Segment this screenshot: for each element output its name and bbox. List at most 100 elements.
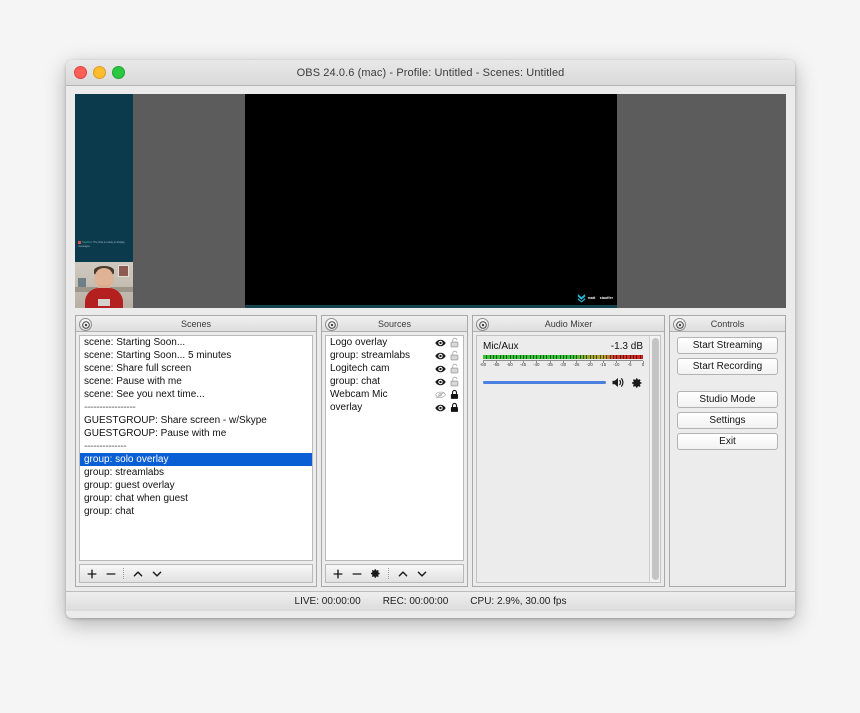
scene-item: --------------: [80, 440, 312, 453]
scene-item[interactable]: scene: Share full screen: [80, 362, 312, 375]
lock-open-icon[interactable]: [450, 376, 459, 387]
mixer-scrollbar-thumb[interactable]: [652, 338, 659, 580]
meter-minor-tick: [533, 355, 534, 359]
start-recording-button[interactable]: Start Recording: [677, 358, 778, 375]
eye-visible-icon[interactable]: [435, 351, 446, 361]
move-scene-up-button[interactable]: [129, 566, 146, 582]
lock-open-icon[interactable]: [450, 350, 459, 361]
scenes-dock-title: Scenes: [181, 319, 211, 329]
start-streaming-button[interactable]: Start Streaming: [677, 337, 778, 354]
scenes-dock-header: Scenes: [76, 316, 316, 332]
move-source-up-button[interactable]: [394, 566, 411, 582]
add-source-button[interactable]: [329, 566, 346, 582]
meter-minor-tick: [526, 355, 527, 359]
source-item[interactable]: Webcam Mic: [326, 388, 463, 401]
chat-author: Nightbot:: [82, 241, 92, 244]
mixer-settings-gear-icon[interactable]: [631, 377, 643, 389]
preview-canvas[interactable]: matt stauffer: [245, 94, 617, 308]
source-item[interactable]: group: streamlabs: [326, 349, 463, 362]
controls-dock-float-icon[interactable]: [673, 318, 686, 331]
scene-item[interactable]: GUESTGROUP: Pause with me: [80, 427, 312, 440]
mute-speaker-icon[interactable]: [611, 376, 626, 389]
source-item[interactable]: Logo overlay: [326, 336, 463, 349]
settings-button[interactable]: Settings: [677, 412, 778, 429]
mixer-dock-title: Audio Mixer: [545, 319, 593, 329]
cpu-stats: CPU: 2.9%, 30.00 fps: [470, 596, 566, 607]
brand-watermark: matt stauffer: [577, 286, 613, 304]
volume-slider-track: [483, 381, 606, 384]
meter-scale-label: -5: [628, 362, 632, 367]
scene-item[interactable]: scene: Pause with me: [80, 375, 312, 388]
scene-item[interactable]: scene: See you next time...: [80, 388, 312, 401]
sources-dock: Sources Logo overlaygroup: streamlabsLog…: [321, 315, 468, 587]
brand-text: matt stauffer: [588, 286, 613, 304]
eye-visible-icon[interactable]: [435, 403, 446, 413]
source-item-icons: [435, 363, 459, 374]
lock-open-icon[interactable]: [450, 337, 459, 348]
scene-item[interactable]: group: streamlabs: [80, 466, 312, 479]
meter-minor-tick: [576, 355, 577, 359]
preview-area[interactable]: matt stauffer Nightbot: The chat is read…: [75, 94, 786, 308]
scene-item[interactable]: scene: Starting Soon... 5 minutes: [80, 349, 312, 362]
meter-minor-tick: [616, 355, 617, 359]
lock-closed-icon[interactable]: [450, 389, 459, 400]
remove-source-button[interactable]: [348, 566, 365, 582]
mixer-dock-float-icon[interactable]: [476, 318, 489, 331]
studio-mode-button[interactable]: Studio Mode: [677, 391, 778, 408]
meter-minor-tick: [536, 355, 537, 359]
move-source-down-button[interactable]: [413, 566, 430, 582]
eye-visible-icon[interactable]: [435, 364, 446, 374]
scene-item[interactable]: group: chat: [80, 505, 312, 518]
meter-minor-tick: [510, 355, 511, 359]
scenes-list[interactable]: scene: Starting Soon...scene: Starting S…: [79, 335, 313, 561]
meter-minor-tick: [586, 355, 587, 359]
source-item-label: Webcam Mic: [330, 389, 435, 400]
minimize-button[interactable]: [93, 66, 106, 79]
eye-visible-icon[interactable]: [435, 338, 446, 348]
brand-logo-icon: [577, 290, 586, 300]
meter-minor-tick: [636, 355, 637, 359]
sources-dock-float-icon[interactable]: [325, 318, 338, 331]
eye-hidden-icon[interactable]: [435, 390, 446, 400]
scene-item[interactable]: group: chat when guest: [80, 492, 312, 505]
webcam-picture-frame: [118, 265, 129, 277]
scene-item[interactable]: scene: Starting Soon...: [80, 336, 312, 349]
scene-item[interactable]: group: guest overlay: [80, 479, 312, 492]
meter-minor-tick: [523, 355, 524, 359]
obs-main-window: OBS 24.0.6 (mac) - Profile: Untitled - S…: [66, 60, 795, 618]
meter-minor-tick: [556, 355, 557, 359]
move-scene-down-button[interactable]: [148, 566, 165, 582]
meter-scale-label: -35: [546, 362, 552, 367]
eye-visible-icon[interactable]: [435, 377, 446, 387]
lock-closed-icon[interactable]: [450, 402, 459, 413]
meter-minor-tick: [550, 355, 551, 359]
maximize-button[interactable]: [112, 66, 125, 79]
meter-minor-tick: [606, 355, 607, 359]
meter-minor-tick: [513, 355, 514, 359]
source-item[interactable]: overlay: [326, 401, 463, 414]
scene-item-selected[interactable]: group: solo overlay: [80, 453, 312, 466]
brand-line-1: matt: [588, 296, 596, 300]
volume-slider[interactable]: [483, 378, 606, 388]
remove-scene-button[interactable]: [102, 566, 119, 582]
meter-minor-tick: [500, 355, 501, 359]
mixer-scrollbar[interactable]: [649, 336, 660, 582]
volume-meter-scale: -60-55-50-45-40-35-30-25-20-15-10-50: [483, 360, 643, 370]
add-scene-button[interactable]: [83, 566, 100, 582]
source-item-label: group: chat: [330, 376, 435, 387]
source-item[interactable]: group: chat: [326, 375, 463, 388]
rec-time: REC: 00:00:00: [383, 596, 449, 607]
exit-button[interactable]: Exit: [677, 433, 778, 450]
sources-list[interactable]: Logo overlaygroup: streamlabsLogitech ca…: [325, 335, 464, 561]
sources-dock-header: Sources: [322, 316, 467, 332]
lock-open-icon[interactable]: [450, 363, 459, 374]
source-item[interactable]: Logitech cam: [326, 362, 463, 375]
scenes-dock-float-icon[interactable]: [79, 318, 92, 331]
source-properties-button[interactable]: [367, 566, 384, 582]
webcam-shirt-logo: [98, 299, 110, 306]
controls-dock-title: Controls: [711, 319, 745, 329]
close-button[interactable]: [74, 66, 87, 79]
controls-spacer: [677, 379, 778, 387]
chat-badge-icon: [78, 241, 81, 244]
scene-item[interactable]: GUESTGROUP: Share screen - w/Skype: [80, 414, 312, 427]
